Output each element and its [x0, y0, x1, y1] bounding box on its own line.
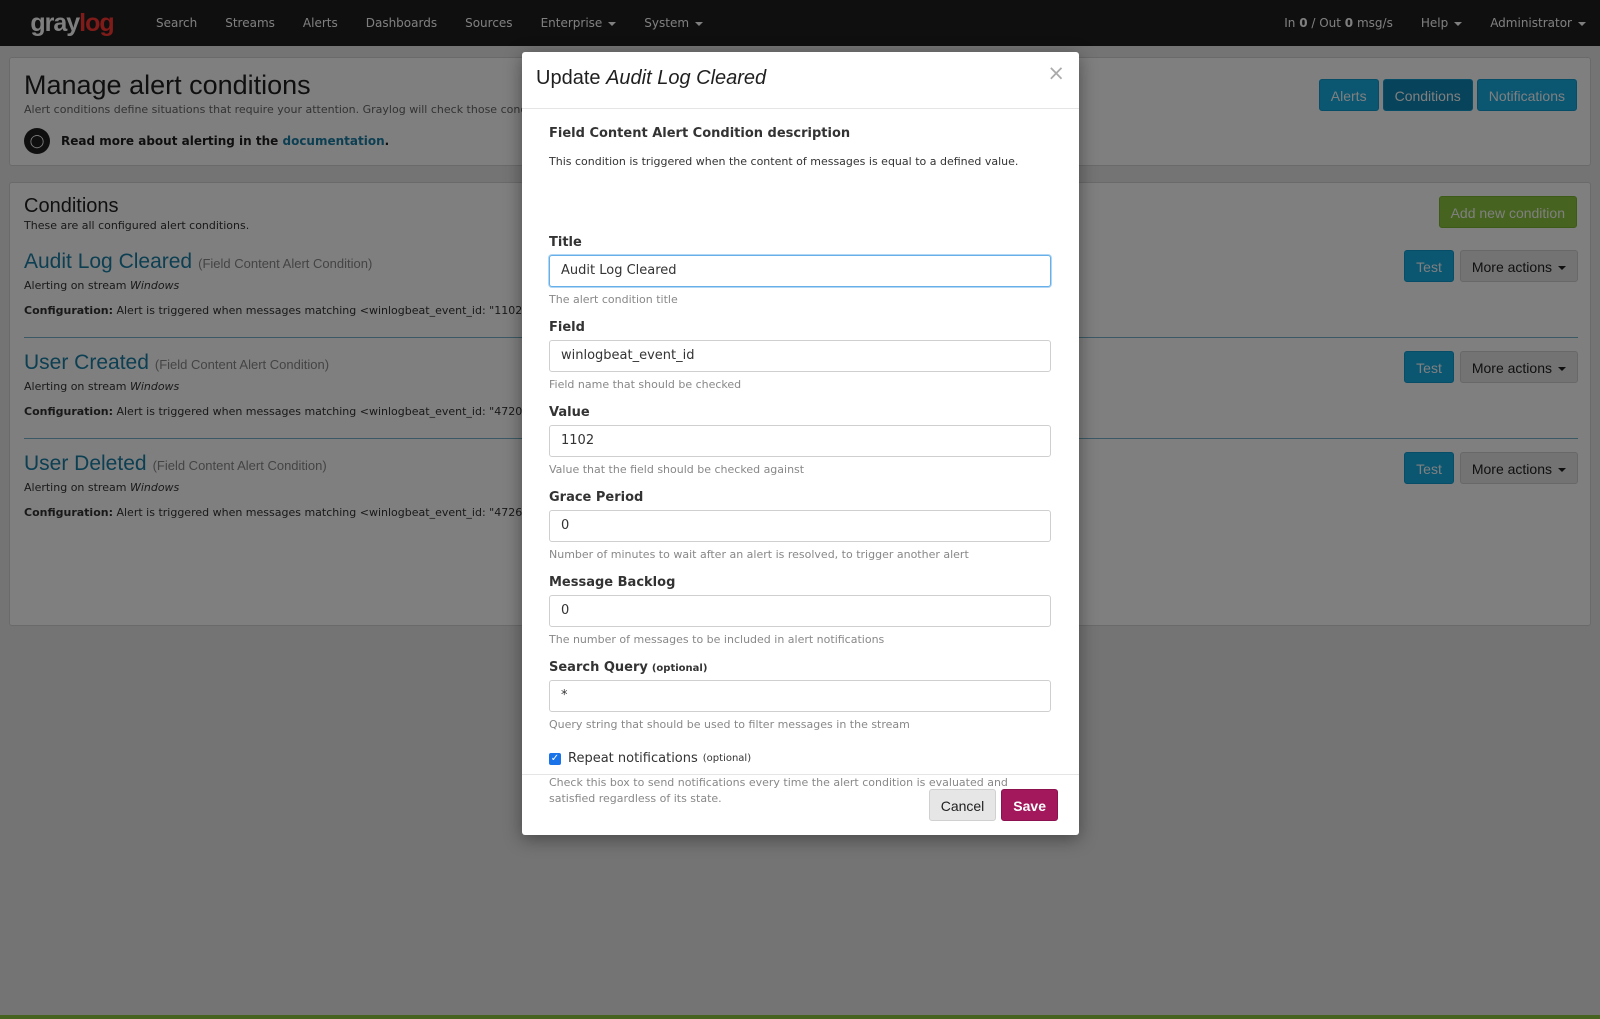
modal-footer: Cancel Save [522, 774, 1079, 835]
condition-description-title: Field Content Alert Condition descriptio… [549, 126, 851, 141]
close-icon[interactable]: × [1047, 63, 1065, 84]
update-condition-modal: Update Audit Log Cleared × Field Content… [522, 52, 1079, 835]
value-label: Value [549, 405, 590, 420]
value-input[interactable]: 1102 [549, 425, 1051, 457]
search-query-label: Search Query (optional) [549, 660, 708, 675]
title-label: Title [549, 235, 582, 250]
repeat-notifications-label[interactable]: Repeat notifications [568, 751, 698, 766]
value-help: Value that the field should be checked a… [549, 463, 805, 476]
title-input[interactable]: Audit Log Cleared [549, 255, 1051, 287]
cancel-button[interactable]: Cancel [928, 789, 997, 821]
message-backlog-label: Message Backlog [549, 575, 676, 590]
grace-period-help: Number of minutes to wait after an alert… [549, 548, 969, 561]
grace-period-input[interactable]: 0 [549, 510, 1051, 542]
title-help: The alert condition title [549, 293, 678, 306]
save-button[interactable]: Save [1001, 789, 1058, 821]
grace-period-label: Grace Period [549, 490, 644, 505]
repeat-notifications-checkbox[interactable]: ✓ [549, 752, 561, 765]
field-input[interactable]: winlogbeat_event_id [549, 340, 1051, 372]
modal-title: Update Audit Log Cleared [536, 67, 767, 89]
message-backlog-input[interactable]: 0 [549, 595, 1051, 627]
modal-header: Update Audit Log Cleared × [522, 52, 1079, 109]
message-backlog-help: The number of messages to be included in… [549, 633, 885, 646]
search-query-input[interactable]: * [549, 680, 1051, 712]
optional-tag: (optional) [702, 753, 752, 764]
condition-description-text: This condition is triggered when the con… [549, 155, 1019, 168]
search-query-help: Query string that should be used to filt… [549, 718, 910, 731]
field-label: Field [549, 320, 585, 335]
field-help: Field name that should be checked [549, 378, 742, 391]
repeat-notifications-row: ✓ Repeat notifications (optional) [549, 751, 751, 766]
